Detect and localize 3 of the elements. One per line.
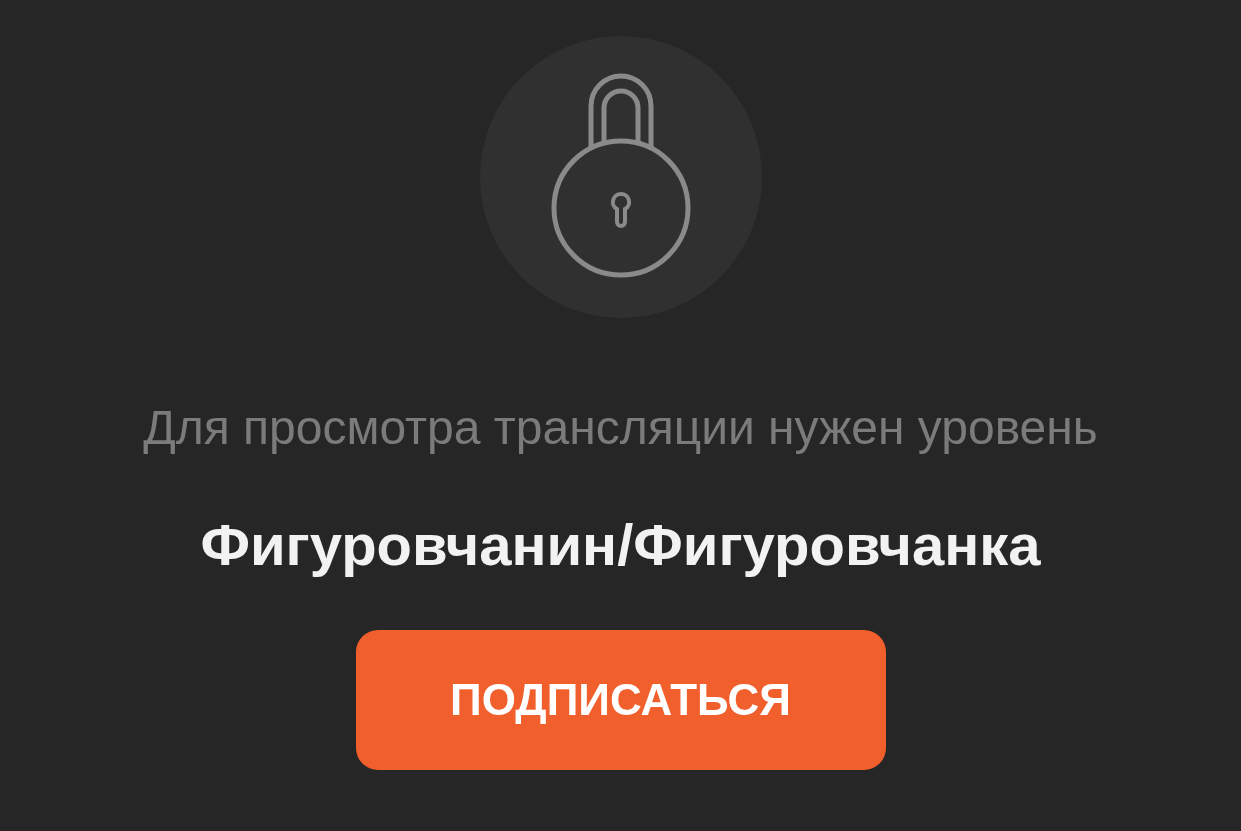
- level-name: Фигуровчанин/Фигуровчанка: [200, 511, 1041, 579]
- subscribe-button[interactable]: ПОДПИСАТЬСЯ: [355, 630, 886, 770]
- access-message: Для просмотра трансляции нужен уровень: [143, 400, 1098, 456]
